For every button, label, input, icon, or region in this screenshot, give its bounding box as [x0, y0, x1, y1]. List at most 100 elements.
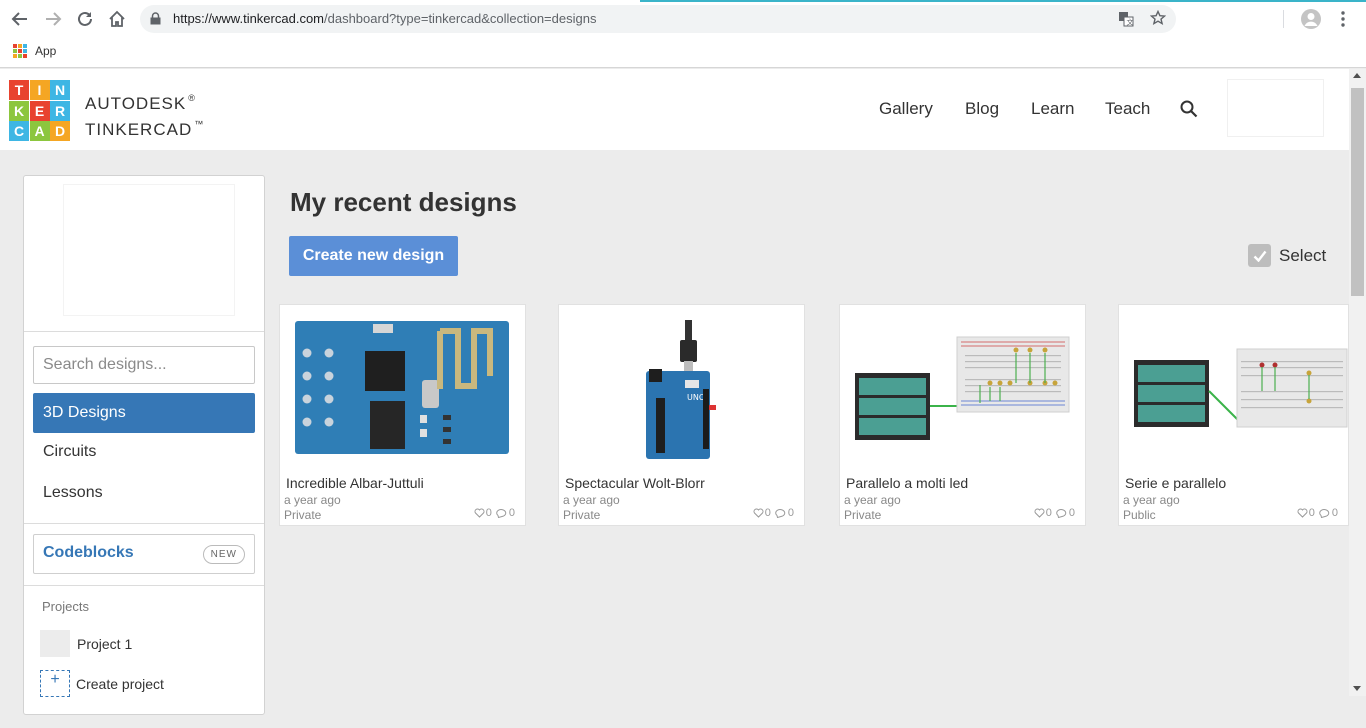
- likes: 0: [1034, 507, 1052, 519]
- design-card[interactable]: Serie e parallelo a year ago Public 0 0: [1118, 304, 1349, 526]
- new-badge: NEW: [202, 545, 245, 564]
- create-project-label: Create project: [76, 675, 164, 692]
- svg-text:UNO: UNO: [687, 393, 705, 402]
- project-thumbnail: [40, 630, 70, 657]
- design-time: a year ago: [1123, 493, 1180, 507]
- brand-line-2: TINKERCAD: [85, 120, 193, 139]
- registered-mark: ®: [188, 93, 196, 103]
- logo-letter: D: [50, 121, 70, 141]
- nav-blog[interactable]: Blog: [965, 99, 999, 119]
- brand-name: AUTODESK ® TINKERCAD ™: [85, 88, 204, 140]
- site-header: T I N K E R C A D AUTODESK ® TINKERCAD ™ G…: [0, 69, 1349, 150]
- select-toggle[interactable]: Select: [1248, 244, 1326, 267]
- nav-teach[interactable]: Teach: [1105, 99, 1150, 119]
- project-name: Project 1: [77, 635, 133, 652]
- logo-letter: R: [50, 100, 70, 121]
- comments-count: 0: [787, 507, 794, 519]
- codeblocks-label: Codeblocks: [43, 544, 134, 561]
- tinkercad-logo[interactable]: T I N K E R C A D: [9, 80, 70, 141]
- select-label: Select: [1279, 245, 1327, 265]
- design-time: a year ago: [563, 493, 620, 507]
- bookmark-star-icon[interactable]: [1149, 9, 1167, 31]
- design-time: a year ago: [284, 493, 341, 507]
- profile-avatar[interactable]: [63, 184, 235, 316]
- checkbox-check-icon[interactable]: [1248, 244, 1271, 267]
- sidebar-item-3d-designs[interactable]: 3D Designs: [33, 393, 255, 433]
- scroll-up-arrow-icon[interactable]: [1353, 73, 1361, 78]
- create-project-button[interactable]: + Create project: [40, 670, 164, 697]
- reload-icon[interactable]: [74, 8, 96, 30]
- heart-icon: [474, 508, 485, 518]
- comments: 0: [1319, 507, 1338, 519]
- logo-letter: T: [9, 80, 29, 100]
- heart-icon: [753, 508, 764, 518]
- design-title[interactable]: Incredible Albar-Juttuli: [286, 475, 424, 491]
- comments: 0: [1056, 507, 1075, 519]
- profile-avatar-icon[interactable]: [1300, 8, 1322, 35]
- toolbar-divider: [1283, 10, 1284, 28]
- bookmark-apps-label: App: [35, 44, 57, 58]
- logo-letter: A: [29, 121, 50, 141]
- logo-letter: C: [9, 121, 29, 141]
- sidebar-item-circuits[interactable]: Circuits: [33, 432, 255, 472]
- search-designs-input[interactable]: [33, 346, 255, 384]
- project-item[interactable]: Project 1: [40, 630, 132, 657]
- divider: [24, 585, 264, 586]
- design-visibility: Private: [563, 508, 601, 522]
- comments-count: 0: [1068, 507, 1075, 519]
- design-thumbnail-battery-breadboard: [855, 336, 1070, 440]
- design-time: a year ago: [844, 493, 901, 507]
- logo-letter: K: [9, 100, 29, 121]
- scrollbar-thumb[interactable]: [1351, 88, 1364, 296]
- brand-line-1: AUTODESK: [85, 94, 187, 113]
- page-scrollbar[interactable]: [1349, 69, 1366, 696]
- likes-count: 0: [1045, 507, 1052, 519]
- bookmark-apps[interactable]: App: [13, 44, 56, 58]
- design-card[interactable]: UNO Spectacular Wolt-Blorr a year ago Pr…: [558, 304, 805, 526]
- user-menu[interactable]: [1227, 79, 1324, 137]
- design-visibility: Private: [284, 508, 322, 522]
- apps-grid-icon: [13, 44, 27, 58]
- design-stats: 0 0: [1297, 507, 1338, 519]
- design-card[interactable]: Incredible Albar-Juttuli a year ago Priv…: [279, 304, 526, 526]
- create-new-design-button[interactable]: Create new design: [289, 236, 458, 276]
- page-title: My recent designs: [290, 187, 517, 217]
- nav-learn[interactable]: Learn: [1031, 99, 1074, 119]
- home-icon[interactable]: [106, 8, 128, 30]
- nav-gallery[interactable]: Gallery: [879, 99, 933, 119]
- design-title[interactable]: Spectacular Wolt-Blorr: [565, 475, 705, 491]
- search-icon[interactable]: [1180, 100, 1198, 123]
- heart-icon: [1297, 508, 1308, 518]
- bookmarks-bar: App: [0, 38, 1366, 68]
- comments: 0: [775, 507, 794, 519]
- design-title[interactable]: Parallelo a molti led: [846, 475, 968, 491]
- forward-icon[interactable]: [42, 8, 64, 30]
- sidebar-item-lessons[interactable]: Lessons: [33, 473, 255, 513]
- url-text: https://www.tinkercad.com/dashboard?type…: [173, 11, 597, 26]
- comments: 0: [496, 507, 515, 519]
- trademark-mark: ™: [194, 119, 205, 129]
- scroll-down-arrow-icon[interactable]: [1353, 686, 1361, 691]
- svg-text:文: 文: [1127, 18, 1134, 27]
- comment-icon: [775, 509, 786, 518]
- design-stats: 0 0: [474, 507, 515, 519]
- address-bar[interactable]: https://www.tinkercad.com/dashboard?type…: [140, 5, 1176, 33]
- tab-accent-line: [640, 0, 1366, 2]
- divider: [24, 331, 264, 332]
- likes-count: 0: [485, 507, 492, 519]
- logo-letter: E: [29, 100, 50, 121]
- comment-icon: [1319, 509, 1330, 518]
- translate-icon[interactable]: 文: [1118, 11, 1134, 32]
- design-visibility: Public: [1123, 508, 1156, 522]
- design-thumbnail-esp8266: [295, 321, 509, 454]
- heart-icon: [1034, 508, 1045, 518]
- lock-icon: [150, 12, 161, 30]
- back-icon[interactable]: [9, 8, 31, 30]
- design-title[interactable]: Serie e parallelo: [1125, 475, 1226, 491]
- design-card[interactable]: Parallelo a molti led a year ago Private…: [839, 304, 1086, 526]
- design-stats: 0 0: [1034, 507, 1075, 519]
- codeblocks-link[interactable]: Codeblocks NEW: [33, 534, 255, 574]
- likes-count: 0: [1308, 507, 1315, 519]
- browser-menu-icon[interactable]: [1338, 11, 1348, 32]
- design-stats: 0 0: [753, 507, 794, 519]
